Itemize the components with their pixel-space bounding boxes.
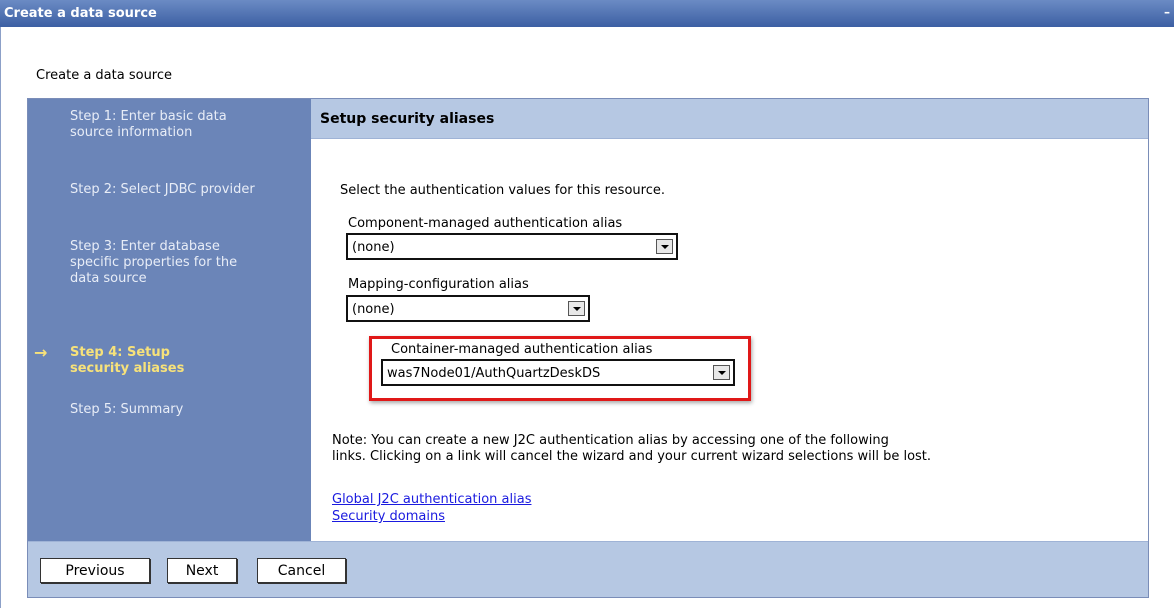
container-alias-value: was7Node01/AuthQuartzDeskDS [387, 366, 601, 381]
step-2-label: Step 2: Select JDBC provider [70, 182, 255, 197]
mapping-alias-label: Mapping-configuration alias [348, 277, 529, 292]
dropdown-arrow-icon[interactable] [713, 365, 730, 380]
step-5-label: Step 5: Summary [70, 402, 184, 417]
content-title: Setup security aliases [320, 111, 495, 127]
note-line-2: links. Clicking on a link will cancel th… [332, 449, 932, 464]
current-step-arrow-icon: → [34, 343, 48, 362]
container-alias-label: Container-managed authentication alias [391, 342, 653, 357]
component-alias-label: Component-managed authentication alias [348, 216, 623, 231]
cancel-button[interactable]: Cancel [257, 558, 346, 583]
mapping-alias-select[interactable]: (none) [346, 295, 590, 322]
step-3-label: Step 3: Enter database specific properti… [70, 239, 238, 286]
wizard-footer: Previous Next Cancel [28, 541, 1148, 597]
next-button[interactable]: Next [167, 558, 237, 583]
minimize-icon[interactable]: – [1164, 5, 1170, 19]
step-4-label-current: Step 4: Setup security aliases [70, 345, 185, 376]
window-titlebar: Create a data source – [0, 0, 1174, 27]
wizard-steps-sidebar: Step 1: Enter basic data source informat… [28, 99, 311, 541]
intro-text: Select the authentication values for thi… [340, 183, 665, 198]
mapping-alias-value: (none) [352, 302, 395, 317]
previous-button[interactable]: Previous [40, 558, 150, 583]
component-alias-select[interactable]: (none) [346, 233, 678, 260]
component-alias-value: (none) [352, 240, 395, 255]
content-header: Setup security aliases [311, 99, 1148, 139]
page-heading: Create a data source [36, 68, 173, 83]
note-text: Note: You can create a new J2C authentic… [332, 433, 1142, 465]
step-1-label: Step 1: Enter basic data source informat… [70, 109, 227, 140]
window-left-border [0, 27, 6, 608]
dropdown-arrow-icon[interactable] [656, 239, 673, 254]
wizard-content: Setup security aliases Select the authen… [311, 99, 1148, 541]
wizard-panel: Step 1: Enter basic data source informat… [27, 98, 1149, 598]
global-j2c-alias-link[interactable]: Global J2C authentication alias [332, 492, 531, 507]
note-line-1: Note: You can create a new J2C authentic… [332, 433, 889, 448]
dropdown-arrow-icon[interactable] [568, 301, 585, 316]
security-domains-link[interactable]: Security domains [332, 509, 445, 524]
window-title: Create a data source [4, 6, 157, 21]
container-alias-select[interactable]: was7Node01/AuthQuartzDeskDS [381, 359, 735, 386]
